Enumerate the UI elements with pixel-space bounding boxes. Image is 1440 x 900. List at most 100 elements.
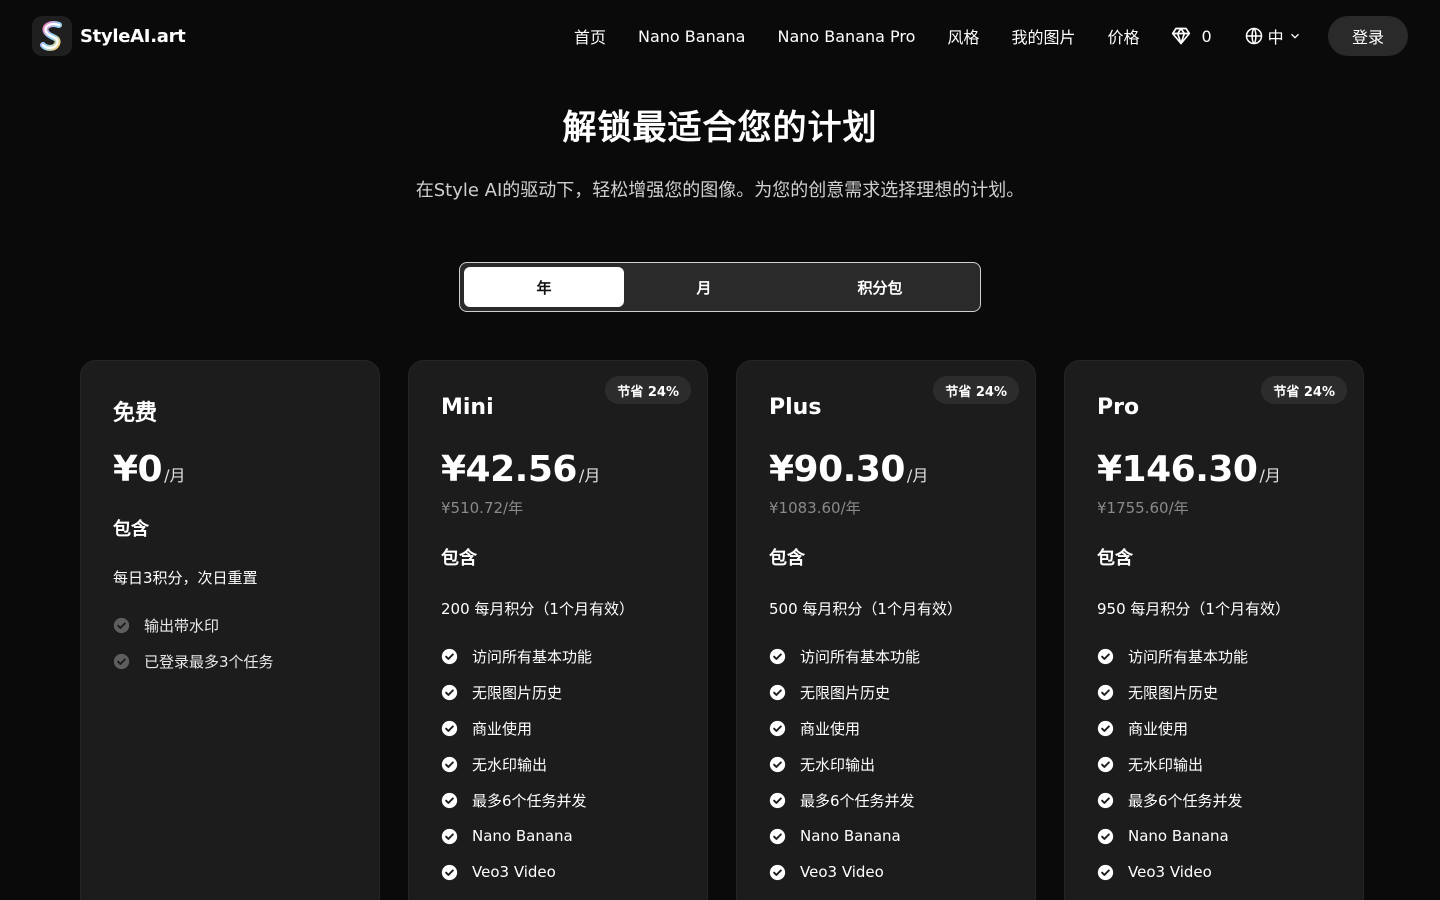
price-unit: /月: [164, 466, 186, 485]
price-unit: /月: [906, 466, 929, 485]
includes-heading: 包含: [441, 548, 477, 569]
language-selector[interactable]: 中: [1244, 24, 1302, 48]
feature-label: 无水印输出: [472, 755, 548, 774]
list-item: 商业使用: [769, 710, 920, 746]
plan-price: ¥0 /月: [113, 449, 186, 490]
list-item: Veo3 Video: [769, 854, 920, 890]
check-circle-icon: [1097, 648, 1114, 664]
check-circle-icon: [113, 617, 130, 633]
brand-name: StyleAI.art: [80, 25, 186, 47]
plan-price: ¥146.30 /月: [1097, 449, 1281, 490]
list-item: Nano Banana: [769, 818, 920, 854]
check-circle-icon: [441, 720, 458, 736]
includes-heading: 包含: [769, 548, 805, 569]
feature-label: 访问所有基本功能: [472, 647, 593, 666]
feature-label: 商业使用: [800, 719, 861, 738]
tab-yearly[interactable]: 年: [464, 267, 624, 307]
yearly-price: ¥1755.60/年: [1097, 499, 1189, 517]
feature-label: 无水印输出: [1128, 755, 1204, 774]
plan-name: Mini: [441, 395, 494, 420]
list-item: 无限图片历史: [1097, 674, 1248, 710]
plan-card-plus: 节省 24% Plus ¥90.30 /月 ¥1083.60/年 包含 500 …: [736, 360, 1036, 900]
check-circle-icon: [769, 864, 786, 880]
check-circle-icon: [441, 684, 458, 700]
feature-label: 最多6个任务并发: [472, 791, 587, 810]
feature-label: 最多6个任务并发: [800, 791, 915, 810]
header: StyleAI.art 首页 Nano Banana Nano Banana P…: [0, 0, 1440, 72]
list-item: Nano Banana: [441, 818, 592, 854]
feature-label: Nano Banana: [800, 827, 901, 845]
feature-label: Nano Banana: [472, 827, 573, 845]
plan-name: 免费: [113, 401, 158, 426]
feature-label: Veo3 Video: [800, 863, 884, 881]
feature-label: 无限图片历史: [472, 683, 563, 702]
nav-item-nano-banana[interactable]: Nano Banana: [638, 27, 745, 46]
list-item: Veo3 Video: [1097, 854, 1248, 890]
price-amount: ¥146.30: [1097, 449, 1258, 490]
plan-name: Pro: [1097, 395, 1140, 420]
feature-label: 最多6个任务并发: [1128, 791, 1243, 810]
price-unit: /月: [1259, 466, 1281, 485]
check-circle-icon: [1097, 756, 1114, 772]
savings-badge: 节省 24%: [1261, 376, 1347, 404]
check-circle-icon: [441, 756, 458, 772]
plan-name: Plus: [769, 395, 822, 420]
savings-badge: 节省 24%: [605, 376, 691, 404]
feature-list: 访问所有基本功能 无限图片历史商业使用无水印输出最多6个任务并发 Nano Bana…: [441, 638, 592, 890]
feature-list: 访问所有基本功能 无限图片历史 商业使用 无水印输出 最多6个任务并发 Nano Bana…: [769, 638, 920, 890]
credits-count: 0: [1201, 26, 1212, 46]
check-circle-icon: [769, 684, 786, 700]
feature-label: Veo3 Video: [1128, 863, 1212, 881]
plan-card-mini: 节省 24% Mini ¥42.56 /月 ¥510.72/年 包含 200 每…: [408, 360, 708, 900]
main-nav: 首页 Nano Banana Nano Banana Pro 风格 我的图片 价…: [574, 0, 1302, 72]
list-item: Veo3 Video: [441, 854, 592, 890]
feature-label: Nano Banana: [1128, 827, 1229, 845]
feature-label: 无限图片历史: [1128, 683, 1219, 702]
logo-icon: [32, 16, 72, 56]
list-item: 输出带水印: [113, 607, 274, 643]
list-item: 无水印输出: [769, 746, 920, 782]
nav-item-my-images[interactable]: 我的图片: [1011, 24, 1075, 48]
check-circle-icon: [1097, 792, 1114, 808]
check-circle-icon: [441, 648, 458, 664]
feature-label: Veo3 Video: [472, 863, 556, 881]
nav-item-pricing[interactable]: 价格: [1107, 24, 1139, 48]
price-amount: ¥42.56: [441, 449, 577, 490]
list-item: 已登录最多3个任务: [113, 643, 274, 679]
list-item: 最多6个任务并发: [1097, 782, 1248, 818]
credits-line: 500 每月积分（1个月有效）: [769, 600, 962, 618]
page-subtitle: 在Style AI的驱动下，轻松增强您的图像。为您的创意需求选择理想的计划。: [415, 180, 1025, 201]
globe-icon: [1245, 27, 1262, 45]
check-circle-icon: [1097, 720, 1114, 736]
language-label: 中: [1267, 28, 1284, 47]
credits-indicator[interactable]: 0: [1171, 26, 1212, 46]
nav-item-styles[interactable]: 风格: [947, 24, 979, 48]
check-circle-icon: [1097, 864, 1114, 880]
check-circle-icon: [113, 653, 130, 669]
list-item: 访问所有基本功能: [1097, 638, 1248, 674]
brand-logo[interactable]: StyleAI.art: [32, 16, 186, 56]
nav-item-nano-banana-pro[interactable]: Nano Banana Pro: [777, 27, 915, 46]
tab-monthly[interactable]: 月: [624, 267, 784, 307]
plan-price: ¥42.56 /月: [441, 449, 600, 490]
list-item: 商业使用: [441, 710, 592, 746]
chevron-down-icon: [1290, 33, 1299, 39]
check-circle-icon: [1097, 828, 1114, 844]
includes-heading: 包含: [1097, 548, 1133, 569]
tab-credit-packs[interactable]: 积分包: [784, 267, 976, 307]
billing-period-tabs: 年 月 积分包: [459, 262, 981, 312]
check-circle-icon: [441, 864, 458, 880]
check-circle-icon: [441, 792, 458, 808]
nav-item-home[interactable]: 首页: [574, 24, 606, 48]
feature-label: 访问所有基本功能: [1128, 647, 1249, 666]
price-unit: /月: [578, 466, 601, 485]
list-item: 最多6个任务并发: [769, 782, 920, 818]
login-button[interactable]: 登录: [1328, 16, 1408, 56]
price-amount: ¥90.30: [769, 449, 905, 490]
check-circle-icon: [769, 756, 786, 772]
check-circle-icon: [769, 792, 786, 808]
credits-line: 每日3积分，次日重置: [113, 569, 258, 587]
check-circle-icon: [769, 720, 786, 736]
feature-label: 输出带水印: [144, 616, 220, 635]
credits-line: 950 每月积分（1个月有效）: [1097, 600, 1290, 618]
